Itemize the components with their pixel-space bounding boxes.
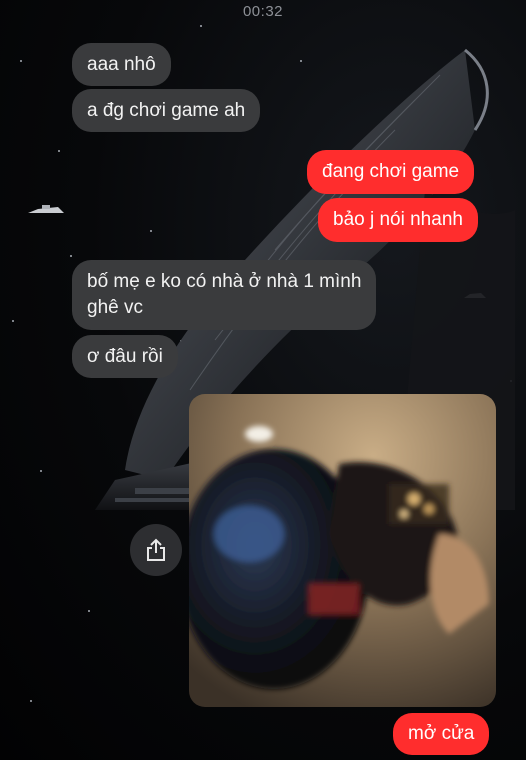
message-incoming[interactable]: a đg chơi game ah (72, 89, 261, 132)
message-outgoing[interactable]: bảo j nói nhanh (318, 198, 478, 242)
message-text: bảo j nói nhanh (333, 209, 463, 230)
message-outgoing[interactable]: mở cửa (393, 713, 490, 755)
message-outgoing[interactable]: đang chơi game (307, 150, 475, 194)
status-time: 00:32 (242, 3, 284, 20)
message-incoming[interactable]: ơ đâu rồi (72, 335, 178, 378)
message-incoming[interactable]: bố mẹ e ko có nhà ở nhà 1 mình ghê vc (72, 260, 377, 330)
message-text: ơ đâu rồi (87, 346, 163, 367)
message-incoming[interactable]: aaa nhô (72, 43, 171, 86)
small-ship (28, 205, 64, 213)
photo-content (189, 394, 496, 707)
message-text: mở cửa (408, 723, 475, 744)
share-button[interactable] (130, 524, 182, 576)
photo-message[interactable] (189, 394, 496, 707)
share-icon (147, 538, 165, 561)
message-text: bố mẹ e ko có nhà ở nhà 1 mình (87, 271, 362, 292)
message-text-line2: ghê vc (87, 297, 143, 318)
message-text: a đg chơi game ah (87, 100, 246, 121)
message-text: aaa nhô (87, 54, 156, 75)
message-text: đang chơi game (322, 161, 460, 182)
